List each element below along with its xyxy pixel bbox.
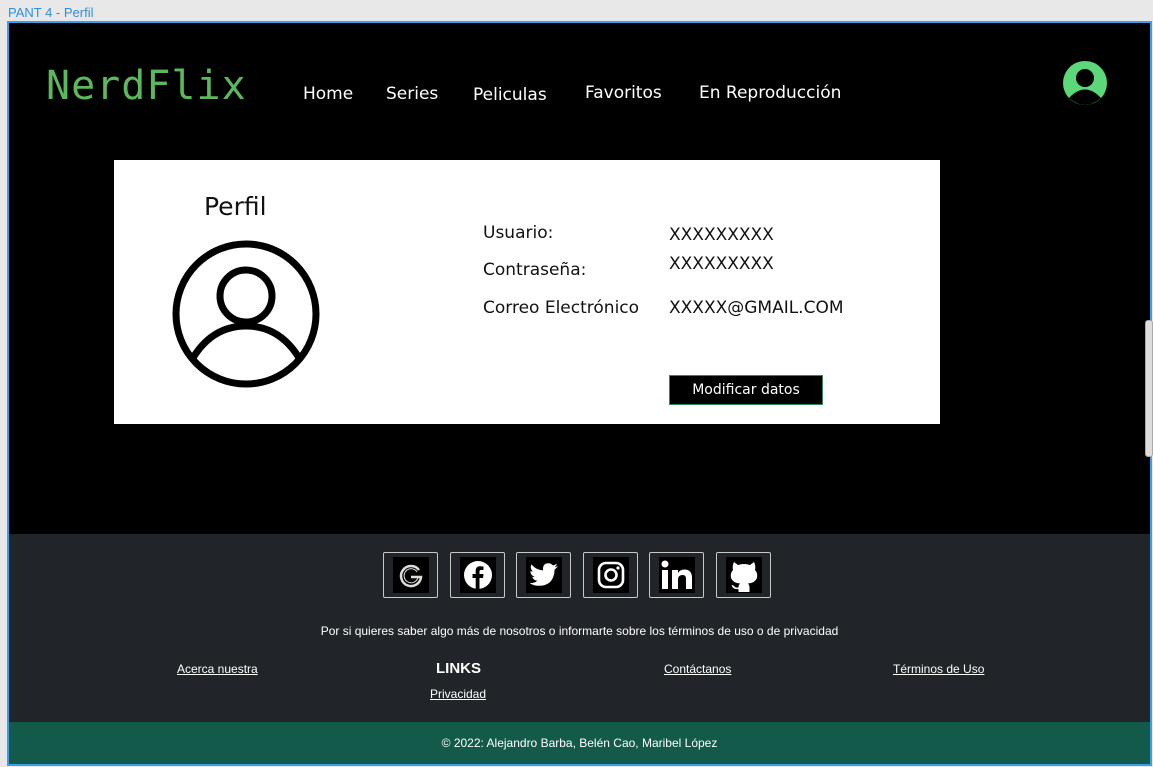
email-value: XXXXX@GMAIL.COM: [669, 298, 844, 318]
terms-link[interactable]: Términos de Uso: [893, 662, 984, 676]
instagram-icon: [592, 557, 629, 593]
instagram-button[interactable]: [583, 552, 638, 598]
contact-link[interactable]: Contáctanos: [664, 662, 731, 676]
google-icon: [392, 557, 429, 593]
email-label: Correo Electrónico: [483, 298, 640, 318]
facebook-button[interactable]: [450, 552, 505, 598]
twitter-button[interactable]: [516, 552, 571, 598]
nav-item-favoritos[interactable]: Favoritos: [585, 83, 662, 103]
copyright-bar: © 2022: Alejandro Barba, Belén Cao, Mari…: [9, 722, 1150, 764]
password-value: XXXXXXXXX: [669, 254, 774, 274]
about-link[interactable]: Acerca nuestra: [177, 662, 258, 676]
username-value: XXXXXXXXX: [669, 225, 774, 245]
user-avatar-icon[interactable]: [1060, 61, 1110, 105]
page-frame: NerdFlix Home Series Peliculas Favoritos…: [7, 21, 1152, 766]
username-label: Usuario:: [483, 223, 554, 243]
footer-info-text: Por si quieres saber algo más de nosotro…: [320, 624, 839, 638]
nav-item-home[interactable]: Home: [303, 84, 353, 104]
twitter-icon: [525, 557, 562, 593]
profile-card: Perfil Usuario: XXXXXXXXX Contraseña: XX…: [114, 160, 940, 424]
password-label: Contraseña:: [483, 260, 587, 280]
github-button[interactable]: [716, 552, 771, 598]
facebook-icon: [459, 557, 496, 593]
privacy-link[interactable]: Privacidad: [430, 687, 486, 701]
profile-avatar-icon: [170, 238, 322, 390]
linkedin-button[interactable]: [649, 552, 704, 598]
frame-title: PANT 4 - Perfil: [8, 5, 94, 20]
google-button[interactable]: [383, 552, 438, 598]
nav-item-en-reproduccion[interactable]: En Reproducción: [699, 83, 841, 103]
linkedin-icon: [658, 557, 695, 593]
modify-data-button[interactable]: Modificar datos: [669, 375, 823, 405]
links-heading: LINKS: [436, 660, 481, 677]
nav-item-series[interactable]: Series: [386, 84, 438, 104]
logo[interactable]: NerdFlix: [46, 63, 247, 109]
github-icon: [725, 557, 762, 593]
scrollbar[interactable]: [1145, 320, 1153, 457]
nav-item-peliculas[interactable]: Peliculas: [473, 85, 547, 105]
profile-title: Perfil: [204, 192, 267, 221]
footer: Por si quieres saber algo más de nosotro…: [9, 534, 1150, 722]
